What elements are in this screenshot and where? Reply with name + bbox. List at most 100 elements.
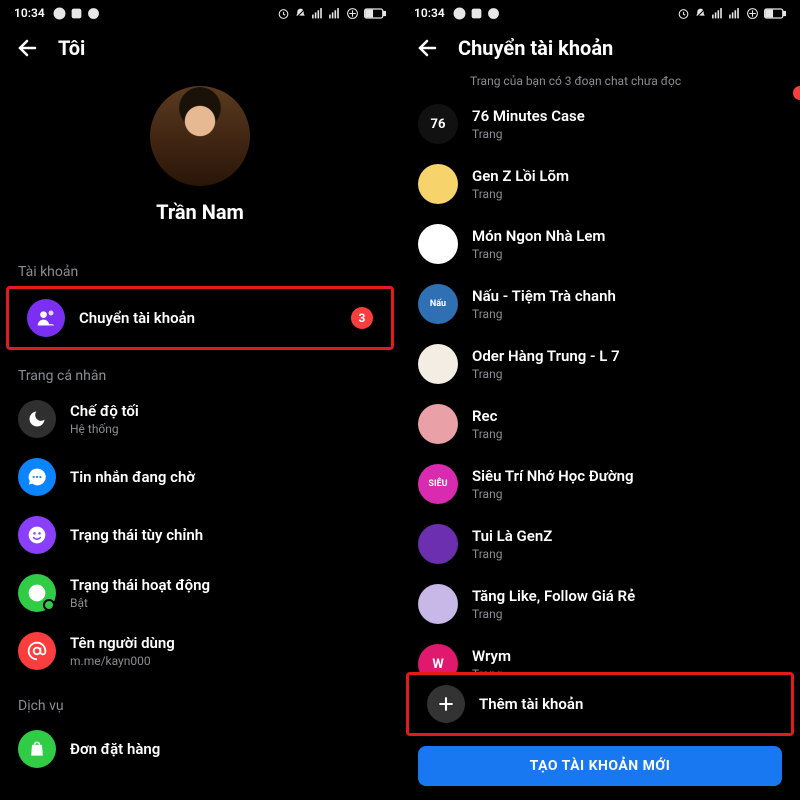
active-icon [18, 574, 56, 612]
status-bar: 10:34 [400, 0, 800, 22]
system-icons [277, 7, 386, 20]
account-type: Trang [472, 367, 782, 381]
notification-icons [453, 7, 500, 20]
at-icon [18, 632, 56, 670]
account-row[interactable]: Rec Trang [400, 394, 800, 454]
message-icon [18, 458, 56, 496]
orders-row[interactable]: Đơn đặt hàng [0, 720, 400, 778]
back-icon[interactable] [416, 36, 440, 60]
orders-label: Đơn đặt hàng [70, 740, 382, 758]
signal-icon [311, 7, 324, 20]
account-name: 76 Minutes Case [472, 107, 782, 125]
clock: 10:34 [414, 6, 445, 20]
account-row[interactable]: WWrymTrang [400, 634, 800, 672]
data-icon [745, 7, 760, 20]
emoji-icon [18, 516, 56, 554]
unread-subtext-row: Trang của bạn có 3 đoạn chat chưa đọc [400, 68, 800, 94]
account-avatar [418, 224, 458, 264]
account-row[interactable]: Gen Z Lồi Lõm Trang [400, 154, 800, 214]
signal2-icon [728, 7, 741, 20]
create-account-button[interactable]: TẠO TÀI KHOẢN MỚI [418, 746, 782, 786]
header: Tôi [0, 22, 400, 68]
messenger-icon [53, 7, 66, 20]
notification-dot [793, 86, 800, 100]
switch-account-row[interactable]: Chuyển tài khoản 3 [6, 286, 394, 350]
profile-block: Trần Nam [0, 68, 400, 246]
account-row[interactable]: Tui Là GenZ Trang [400, 514, 800, 574]
alarm-icon [277, 7, 290, 20]
account-name: Nấu - Tiệm Trà chanh [472, 287, 782, 305]
page-title: Chuyển tài khoản [458, 36, 613, 60]
account-avatar: SIÊU [418, 464, 458, 504]
account-name: Oder Hàng Trung - L 7 [472, 347, 782, 365]
account-avatar [418, 164, 458, 204]
switch-account-badge: 3 [351, 307, 373, 329]
message-requests-row[interactable]: Tin nhắn đang chờ [0, 448, 400, 506]
app-icon [70, 7, 83, 20]
account-name: Món Ngon Nhà Lem [472, 227, 782, 245]
alarm-icon [677, 7, 690, 20]
account-row[interactable]: Oder Hàng Trung - L 7 Trang [400, 334, 800, 394]
header: Chuyển tài khoản [400, 22, 800, 68]
account-avatar: Nấu [418, 284, 458, 324]
switch-account-label: Chuyển tài khoản [79, 309, 337, 327]
account-row[interactable]: Tăng Like, Follow Giá RẻTrang [400, 574, 800, 634]
moon-icon [18, 400, 56, 438]
account-avatar: W [418, 644, 458, 672]
account-name: Wrym [472, 647, 782, 665]
signal2-icon [328, 7, 341, 20]
profile-name: Trần Nam [156, 200, 244, 224]
account-row[interactable]: NấuNấu - Tiệm Trà chanhTrang [400, 274, 800, 334]
account-list: 76 76 Minutes Case Trang Gen Z Lồi Lõm Trang… [400, 94, 800, 672]
status-bar: 10:34 [0, 0, 400, 22]
message-requests-label: Tin nhắn đang chờ [70, 468, 382, 486]
account-avatar [418, 584, 458, 624]
account-row[interactable]: 76 76 Minutes Case Trang [400, 94, 800, 154]
custom-status-row[interactable]: Trạng thái tùy chỉnh [0, 506, 400, 564]
account-name: Rec [472, 407, 782, 425]
account-type: Trang [472, 187, 782, 201]
data-icon [345, 7, 360, 20]
active-status-row[interactable]: Trạng thái hoạt động Bật [0, 564, 400, 622]
system-icons [677, 7, 786, 20]
account-type: Trang [472, 247, 782, 261]
chat-icon [87, 7, 100, 20]
dark-mode-label: Chế độ tối [70, 402, 382, 420]
clock: 10:34 [14, 6, 45, 20]
add-account-row[interactable]: Thêm tài khoản [406, 672, 794, 736]
switch-account-icon [27, 299, 65, 337]
account-type: Trang [472, 487, 782, 501]
back-icon[interactable] [16, 36, 40, 60]
bag-icon [18, 730, 56, 768]
dark-mode-sub: Hệ thống [70, 422, 382, 436]
battery-icon [364, 7, 386, 20]
username-row[interactable]: Tên người dùng m.me/kayn000 [0, 622, 400, 680]
account-avatar: 76 [418, 104, 458, 144]
chat-icon [487, 7, 500, 20]
account-avatar [418, 524, 458, 564]
app-icon [470, 7, 483, 20]
section-account: Tài khoản [0, 246, 400, 286]
page-title: Tôi [58, 36, 85, 60]
mute-icon [694, 7, 707, 20]
battery-icon [764, 7, 786, 20]
dark-mode-row[interactable]: Chế độ tối Hệ thống [0, 390, 400, 448]
profile-avatar[interactable] [150, 86, 250, 186]
account-name: Gen Z Lồi Lõm [472, 167, 782, 185]
account-row[interactable]: SIÊUSiêu Trí Nhớ Học ĐườngTrang [400, 454, 800, 514]
account-avatar [418, 344, 458, 384]
username-label: Tên người dùng [70, 634, 382, 652]
account-name: Tui Là GenZ [472, 527, 782, 545]
mute-icon [294, 7, 307, 20]
account-type: Trang [472, 547, 782, 561]
section-profile: Trang cá nhân [0, 350, 400, 390]
section-services: Dịch vụ [0, 680, 400, 720]
account-name: Tăng Like, Follow Giá Rẻ [472, 587, 782, 605]
unread-subtext: Trang của bạn có 3 đoạn chat chưa đọc [470, 74, 782, 88]
add-account-label: Thêm tài khoản [479, 695, 773, 713]
account-type: Trang [472, 127, 782, 141]
account-type: Trang [472, 427, 782, 441]
phone-right: 10:34 Chuyển tài khoản Trang của bạn có … [400, 0, 800, 800]
phone-left: 10:34 Tôi Trần Nam Tài khoản Chu [0, 0, 400, 800]
account-row[interactable]: Món Ngon Nhà Lem Trang [400, 214, 800, 274]
